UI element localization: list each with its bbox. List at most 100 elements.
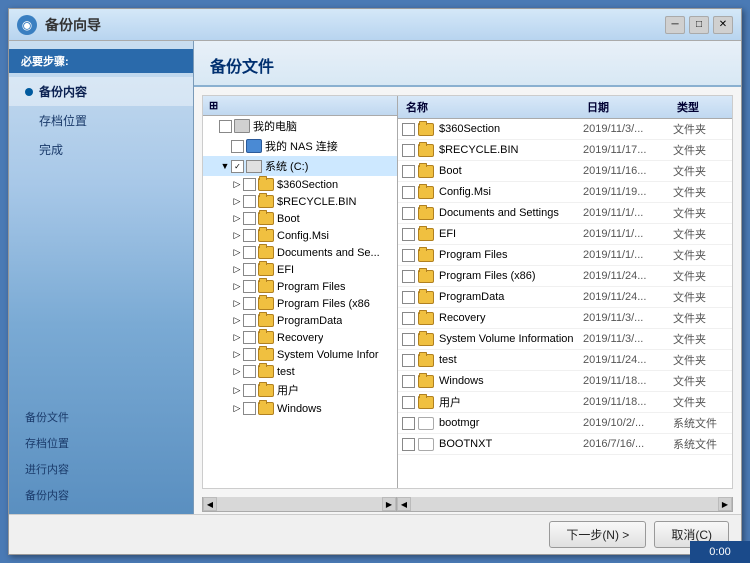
list-row-checkbox[interactable] xyxy=(402,396,415,409)
tree-checkbox[interactable] xyxy=(243,402,256,415)
tree-checkbox[interactable] xyxy=(243,348,256,361)
window-icon: ◉ xyxy=(17,15,37,35)
title-bar: ◉ 备份向导 ─ □ ✕ xyxy=(9,9,741,41)
tree-item-efi[interactable]: ▷ EFI xyxy=(203,261,397,278)
tree-item-config-msi[interactable]: ▷ Config.Msi xyxy=(203,227,397,244)
list-row-checkbox[interactable] xyxy=(402,144,415,157)
list-item[interactable]: 用户2019/11/18...文件夹 xyxy=(398,392,732,413)
list-item[interactable]: System Volume Information2019/11/3/...文件… xyxy=(398,329,732,350)
maximize-button[interactable]: □ xyxy=(689,16,709,34)
sidebar-bottom-item-4[interactable]: 备份内容 xyxy=(17,484,185,506)
tree-item-test[interactable]: ▷ test xyxy=(203,363,397,380)
tree-checkbox[interactable] xyxy=(243,297,256,310)
tree-item-windows[interactable]: ▷ Windows xyxy=(203,400,397,417)
scroll-left-btn[interactable]: ◀ xyxy=(203,497,217,511)
tree-checkbox[interactable] xyxy=(219,120,232,133)
list-row-date: 2019/11/24... xyxy=(583,270,673,282)
tree-checkbox[interactable] xyxy=(243,280,256,293)
tree-item-system-volume[interactable]: ▷ System Volume Infor xyxy=(203,346,397,363)
tree-item-program-files[interactable]: ▷ Program Files xyxy=(203,278,397,295)
list-item[interactable]: bootmgr2019/10/2/...系统文件 xyxy=(398,413,732,434)
tree-checkbox[interactable] xyxy=(243,178,256,191)
list-item[interactable]: $RECYCLE.BIN2019/11/17...文件夹 xyxy=(398,140,732,161)
list-item[interactable]: EFI2019/11/1/...文件夹 xyxy=(398,224,732,245)
tree-checkbox[interactable] xyxy=(243,195,256,208)
sidebar-bottom-item-2[interactable]: 存档位置 xyxy=(17,432,185,454)
tree-item-boot[interactable]: ▷ Boot xyxy=(203,210,397,227)
scroll-track[interactable] xyxy=(217,497,382,511)
tree-checkbox[interactable] xyxy=(243,246,256,259)
scroll-right-btn[interactable]: ▶ xyxy=(718,497,732,511)
tree-checkbox[interactable] xyxy=(243,314,256,327)
list-row-checkbox[interactable] xyxy=(402,123,415,136)
list-row-checkbox[interactable] xyxy=(402,375,415,388)
sidebar-item-complete[interactable]: 完成 xyxy=(9,135,193,164)
tree-item-computer[interactable]: 我的电脑 xyxy=(203,116,397,136)
expand-icon: ▷ xyxy=(231,385,243,396)
tree-checkbox[interactable] xyxy=(243,331,256,344)
sidebar-bottom-item-3[interactable]: 进行内容 xyxy=(17,458,185,480)
next-button[interactable]: 下一步(N) > xyxy=(549,521,646,548)
list-row-checkbox[interactable] xyxy=(402,354,415,367)
list-item[interactable]: ProgramData2019/11/24...文件夹 xyxy=(398,287,732,308)
tree-label: Recovery xyxy=(277,332,323,344)
tree-checkbox[interactable] xyxy=(243,365,256,378)
list-row-date: 2019/11/24... xyxy=(583,291,673,303)
tree-scrollbar[interactable]: ◀ ▶ xyxy=(202,497,397,512)
list-row-checkbox[interactable] xyxy=(402,249,415,262)
tree-checkbox[interactable] xyxy=(243,229,256,242)
list-item[interactable]: Recovery2019/11/3/...文件夹 xyxy=(398,308,732,329)
tree-item-nas[interactable]: 我的 NAS 连接 xyxy=(203,136,397,156)
list-item[interactable]: test2019/11/24...文件夹 xyxy=(398,350,732,371)
scroll-track[interactable] xyxy=(411,497,718,511)
col-type-header: 类型 xyxy=(673,99,728,115)
list-scrollbar[interactable]: ◀ ▶ xyxy=(397,497,733,512)
list-row-checkbox[interactable] xyxy=(402,186,415,199)
list-row-checkbox[interactable] xyxy=(402,207,415,220)
expand-icon: ▷ xyxy=(231,298,243,309)
taskbar-clock: 0:00 xyxy=(690,541,750,563)
list-row-date: 2019/11/3/... xyxy=(583,123,673,135)
list-item[interactable]: BOOTNXT2016/7/16/...系统文件 xyxy=(398,434,732,455)
list-row-checkbox[interactable] xyxy=(402,438,415,451)
tree-item-360section[interactable]: ▷ $360Section xyxy=(203,176,397,193)
tree-checkbox[interactable] xyxy=(231,140,244,153)
list-item[interactable]: Boot2019/11/16...文件夹 xyxy=(398,161,732,182)
list-item[interactable]: Documents and Settings2019/11/1/...文件夹 xyxy=(398,203,732,224)
list-row-type: 文件夹 xyxy=(673,163,728,179)
list-item[interactable]: Program Files2019/11/1/...文件夹 xyxy=(398,245,732,266)
folder-icon xyxy=(418,354,434,367)
tree-item-recovery[interactable]: ▷ Recovery xyxy=(203,329,397,346)
scroll-left-btn[interactable]: ◀ xyxy=(397,497,411,511)
folder-icon xyxy=(418,228,434,241)
tree-checkbox[interactable]: ✓ xyxy=(231,160,244,173)
tree-item-documents[interactable]: ▷ Documents and Se... xyxy=(203,244,397,261)
list-item[interactable]: $360Section2019/11/3/...文件夹 xyxy=(398,119,732,140)
tree-item-program-files-x86[interactable]: ▷ Program Files (x86 xyxy=(203,295,397,312)
minimize-button[interactable]: ─ xyxy=(665,16,685,34)
tree-panel: ⊞ 我的电脑 我的 NAS 连接 xyxy=(203,96,398,488)
close-button[interactable]: ✕ xyxy=(713,16,733,34)
list-row-checkbox[interactable] xyxy=(402,165,415,178)
list-row-checkbox[interactable] xyxy=(402,270,415,283)
tree-item-users[interactable]: ▷ 用户 xyxy=(203,380,397,400)
tree-checkbox[interactable] xyxy=(243,263,256,276)
list-row-checkbox[interactable] xyxy=(402,228,415,241)
list-row-checkbox[interactable] xyxy=(402,417,415,430)
expand-icon: ▷ xyxy=(231,179,243,190)
list-item[interactable]: Program Files (x86)2019/11/24...文件夹 xyxy=(398,266,732,287)
tree-item-drive-c[interactable]: ▼ ✓ 系统 (C:) xyxy=(203,156,397,176)
list-item[interactable]: Config.Msi2019/11/19...文件夹 xyxy=(398,182,732,203)
sidebar-item-save-location[interactable]: 存档位置 xyxy=(9,106,193,135)
tree-item-programdata[interactable]: ▷ ProgramData xyxy=(203,312,397,329)
list-row-checkbox[interactable] xyxy=(402,291,415,304)
list-row-checkbox[interactable] xyxy=(402,312,415,325)
sidebar-bottom-item-1[interactable]: 备份文件 xyxy=(17,406,185,428)
list-item[interactable]: Windows2019/11/18...文件夹 xyxy=(398,371,732,392)
tree-checkbox[interactable] xyxy=(243,384,256,397)
scroll-right-btn[interactable]: ▶ xyxy=(382,497,396,511)
tree-item-recycle[interactable]: ▷ $RECYCLE.BIN xyxy=(203,193,397,210)
tree-checkbox[interactable] xyxy=(243,212,256,225)
sidebar-item-backup-content[interactable]: 备份内容 xyxy=(9,77,193,106)
list-row-checkbox[interactable] xyxy=(402,333,415,346)
